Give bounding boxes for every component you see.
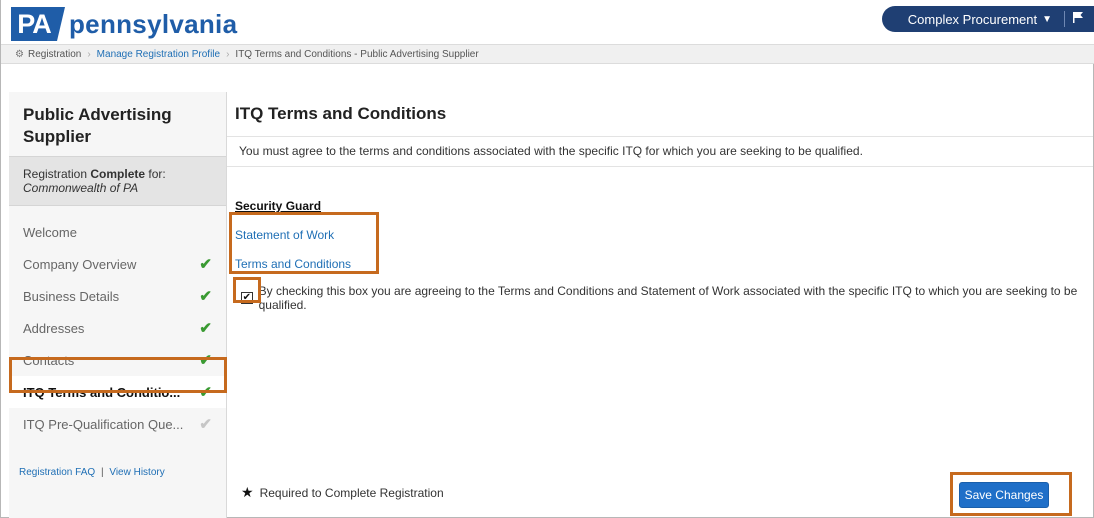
complex-procurement-menu[interactable]: Complex Procurement ▼: [908, 12, 1052, 27]
section-heading: Security Guard: [235, 199, 322, 213]
sidebar: Public Advertising Supplier Registration…: [9, 92, 227, 518]
terms-and-conditions-link[interactable]: Terms and Conditions: [235, 257, 351, 271]
check-icon: ✔: [199, 256, 212, 273]
sidebar-item-contacts[interactable]: Contacts ✔: [9, 344, 226, 376]
instruction-text: You must agree to the terms and conditio…: [239, 144, 863, 158]
gear-icon: ⚙: [15, 48, 24, 60]
breadcrumb-current: ITQ Terms and Conditions - Public Advert…: [235, 48, 479, 60]
header: PA pennsylvania Complex Procurement ▼: [1, 0, 1094, 44]
star-icon: ★: [241, 484, 254, 500]
save-changes-button[interactable]: Save Changes: [959, 482, 1049, 508]
sidebar-item-business-details[interactable]: Business Details ✔: [9, 280, 226, 312]
footer-separator: |: [100, 467, 104, 478]
app-frame: PA pennsylvania Complex Procurement ▼ ⚙ …: [0, 0, 1094, 518]
sidebar-title: Public Advertising Supplier: [23, 105, 172, 146]
sidebar-footer: Registration FAQ | View History: [19, 467, 165, 478]
status-complete: Complete: [90, 167, 146, 181]
topbar-menu-bar: Complex Procurement ▼: [881, 6, 1094, 32]
view-history-link[interactable]: View History: [109, 467, 164, 478]
registration-status: Registration Complete for: Commonwealth …: [9, 156, 226, 206]
breadcrumb: ⚙ Registration › Manage Registration Pro…: [1, 44, 1094, 64]
sidebar-item-itq-prequalification[interactable]: ITQ Pre-Qualification Que... ✔: [9, 408, 226, 440]
sidebar-item-label: Company Overview: [23, 256, 137, 272]
sidebar-item-label: Addresses: [23, 320, 85, 336]
breadcrumb-manage-profile[interactable]: Manage Registration Profile: [97, 49, 220, 60]
menu-label: Complex Procurement: [907, 11, 1038, 27]
sidebar-item-welcome[interactable]: Welcome: [9, 216, 226, 248]
required-text: Required to Complete Registration: [259, 485, 444, 500]
caret-down-icon: ▼: [1042, 13, 1052, 25]
breadcrumb-registration: Registration: [27, 48, 82, 60]
check-icon: ✔: [199, 352, 212, 369]
flag-icon[interactable]: [1073, 12, 1083, 26]
pa-logo[interactable]: PA pennsylvania: [11, 7, 237, 41]
agree-label: By checking this box you are agreeing to…: [258, 284, 1078, 312]
sidebar-item-label: Business Details: [23, 288, 120, 304]
divider: [227, 166, 1093, 167]
sidebar-item-company-overview[interactable]: Company Overview ✔: [9, 248, 226, 280]
status-prefix: Registration: [23, 167, 88, 181]
check-icon: ✔: [199, 416, 212, 433]
check-icon: ✔: [199, 320, 212, 337]
agree-checkbox[interactable]: ✔: [241, 292, 253, 304]
chevron-right-icon: ›: [87, 48, 91, 60]
check-icon: ✔: [199, 288, 212, 305]
registration-faq-link[interactable]: Registration FAQ: [19, 467, 95, 478]
check-icon: ✔: [199, 384, 212, 401]
required-note: ★ Required to Complete Registration: [241, 484, 444, 501]
divider: [1064, 11, 1065, 27]
sidebar-item-label: ITQ Terms and Conditio...: [23, 384, 181, 400]
statement-of-work-link[interactable]: Statement of Work: [235, 228, 334, 242]
sidebar-item-label: Welcome: [23, 224, 77, 240]
sidebar-nav: Welcome Company Overview ✔ Business Deta…: [9, 216, 226, 440]
page-title: ITQ Terms and Conditions: [235, 104, 447, 123]
agree-row: ✔ By checking this box you are agreeing …: [241, 284, 1094, 312]
sidebar-item-itq-terms[interactable]: ITQ Terms and Conditio... ✔: [9, 376, 226, 408]
divider: [227, 136, 1093, 137]
main-content: ITQ Terms and Conditions You must agree …: [227, 92, 1094, 518]
chevron-right-icon: ›: [226, 48, 230, 60]
logo-badge: PA: [11, 7, 65, 41]
status-suffix: for:: [148, 167, 166, 181]
logo-wordmark: pennsylvania: [69, 8, 238, 39]
sidebar-item-label: Contacts: [23, 352, 75, 368]
status-org: Commonwealth of PA: [23, 181, 139, 195]
sidebar-item-addresses[interactable]: Addresses ✔: [9, 312, 226, 344]
sidebar-item-label: ITQ Pre-Qualification Que...: [23, 416, 184, 432]
